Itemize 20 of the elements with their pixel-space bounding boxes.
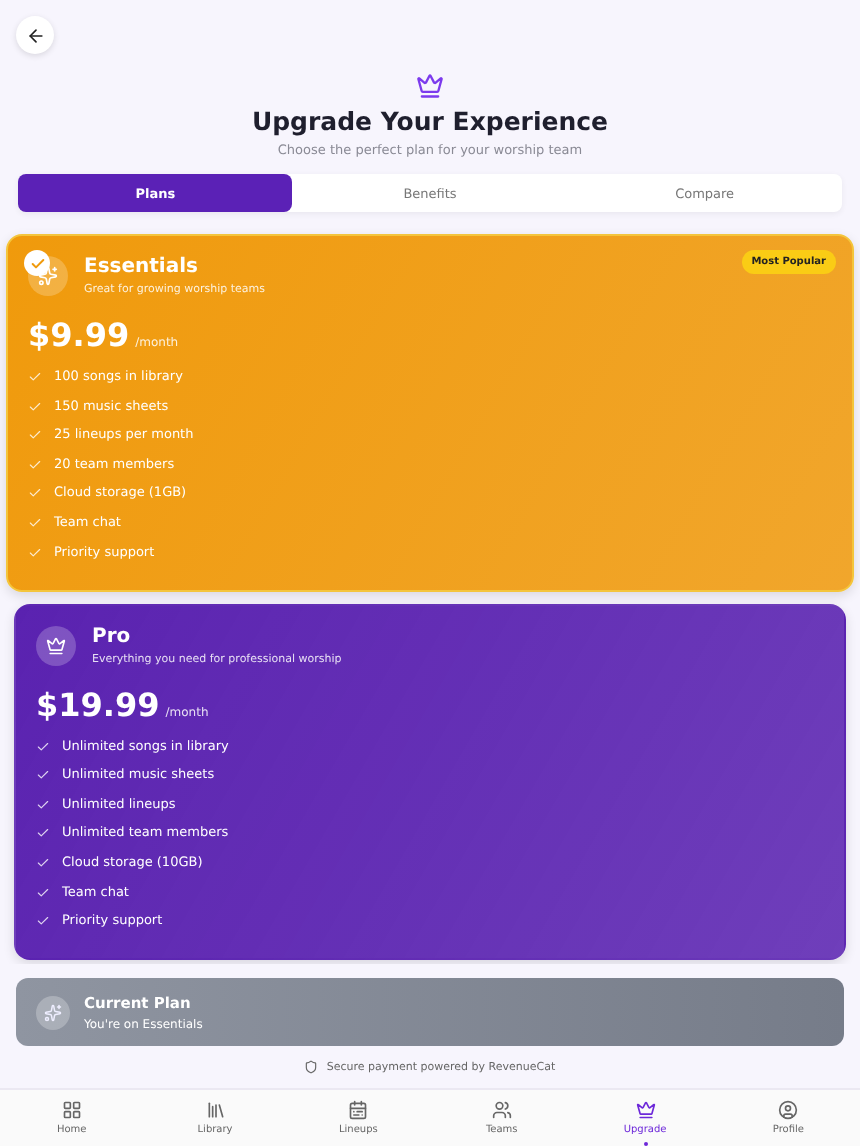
crown-icon bbox=[36, 625, 76, 666]
plan-price: $19.99 bbox=[36, 685, 160, 724]
back-button[interactable] bbox=[16, 16, 54, 54]
calendar-icon bbox=[348, 1100, 369, 1120]
check-icon bbox=[28, 370, 42, 384]
plan-name: Pro bbox=[92, 625, 133, 648]
user-icon bbox=[778, 1100, 799, 1120]
plan-card[interactable] bbox=[14, 603, 846, 961]
shield-icon bbox=[304, 1060, 319, 1074]
crown-icon bbox=[635, 1100, 656, 1120]
sparkle-icon bbox=[36, 995, 70, 1029]
back-arrow-icon bbox=[25, 25, 45, 45]
grid-icon bbox=[61, 1100, 82, 1120]
page-title: Upgrade Your Experience bbox=[251, 106, 609, 136]
plan-name: Essentials bbox=[84, 256, 200, 278]
library-icon bbox=[205, 1100, 225, 1120]
plan-price: $9.99 bbox=[28, 316, 130, 354]
crown-icon bbox=[416, 72, 444, 100]
users-icon bbox=[491, 1100, 512, 1120]
sparkle-check-icon bbox=[28, 256, 68, 296]
